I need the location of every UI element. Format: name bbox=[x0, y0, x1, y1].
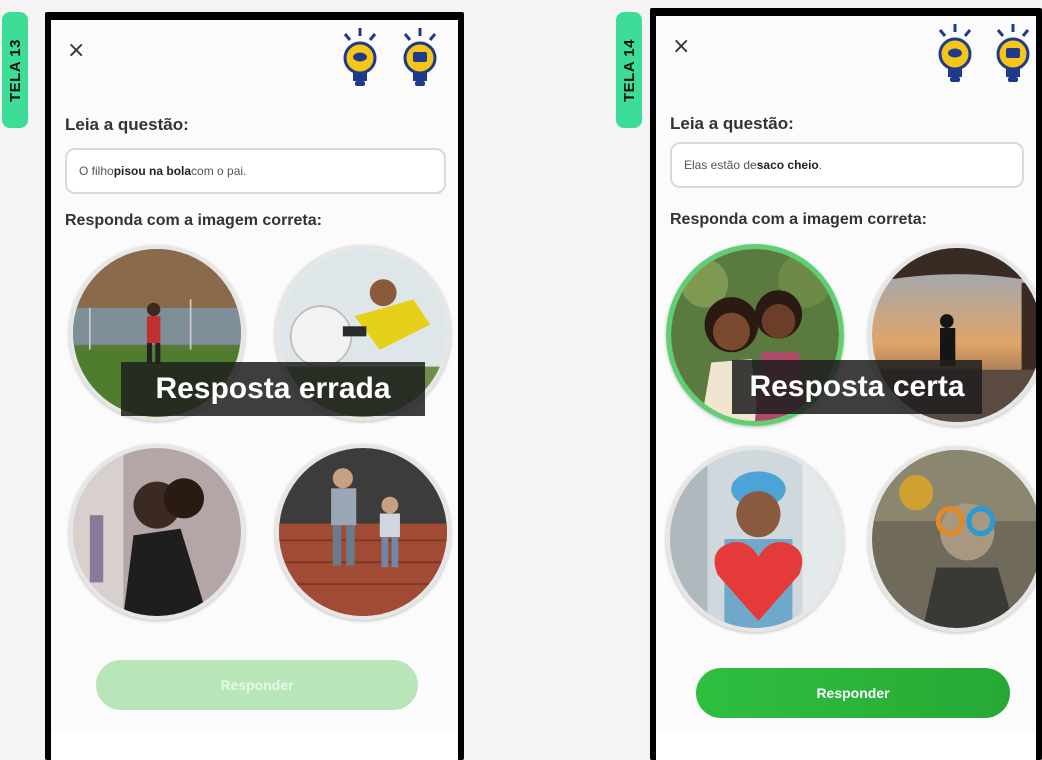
quiz-screen-14: × Leia a questão: Elas estão de saco che… bbox=[656, 16, 1036, 760]
bottom-bar bbox=[656, 732, 1036, 760]
hint-bulb-icon[interactable] bbox=[934, 22, 976, 92]
choice-image-3[interactable] bbox=[69, 444, 245, 620]
choice-image-3[interactable] bbox=[666, 446, 844, 632]
close-icon[interactable]: × bbox=[67, 40, 85, 62]
father-son-photo bbox=[279, 448, 447, 616]
sentence-before: Elas estão de bbox=[684, 158, 757, 172]
screen-tag-label: TELA 13 bbox=[6, 38, 24, 102]
question-label: Leia a questão: bbox=[65, 115, 189, 134]
sentence-highlight: pisou na bola bbox=[113, 164, 192, 178]
question-label: Leia a questão: bbox=[670, 114, 794, 133]
phone-frame-14: × Leia a questão: Elas estão de saco che… bbox=[650, 8, 1042, 760]
feedback-banner: Resposta errada bbox=[121, 362, 425, 416]
feedback-banner: Resposta certa bbox=[732, 360, 982, 414]
respond-button[interactable]: Responder bbox=[696, 668, 1010, 718]
screen-tag-label: TELA 14 bbox=[620, 38, 638, 102]
screen-tag-14: TELA 14 bbox=[616, 12, 642, 128]
hint-bulb-icon[interactable] bbox=[339, 26, 381, 96]
bottom-bar bbox=[51, 732, 458, 760]
couple-hug-photo bbox=[73, 448, 241, 616]
sentence-after: . bbox=[818, 158, 823, 172]
doctor-heart-photo bbox=[670, 450, 840, 628]
phone-frame-13: × Leia a questão: O filho pisou na bola … bbox=[45, 12, 464, 760]
respond-button[interactable]: Responder bbox=[96, 660, 418, 710]
choice-image-4[interactable] bbox=[868, 446, 1036, 632]
choice-image-4[interactable] bbox=[275, 444, 451, 620]
sentence-before: O filho bbox=[79, 164, 114, 178]
sentence-after: com o pai. bbox=[191, 164, 247, 178]
close-icon[interactable]: × bbox=[672, 36, 690, 58]
quiz-screen-13: × Leia a questão: O filho pisou na bola … bbox=[51, 20, 458, 760]
sentence-highlight: saco cheio bbox=[756, 158, 819, 172]
question-sentence: Elas estão de saco cheio. bbox=[670, 142, 1024, 188]
question-sentence: O filho pisou na bola com o pai. bbox=[65, 148, 446, 194]
man-glasses-photo bbox=[872, 450, 1036, 628]
answer-instruction: Responda com a imagem correta: bbox=[670, 211, 927, 228]
image-hint-bulb-icon[interactable] bbox=[399, 26, 441, 96]
screen-tag-13: TELA 13 bbox=[2, 12, 28, 128]
image-hint-bulb-icon[interactable] bbox=[992, 22, 1034, 92]
answer-instruction: Responda com a imagem correta: bbox=[65, 212, 322, 229]
